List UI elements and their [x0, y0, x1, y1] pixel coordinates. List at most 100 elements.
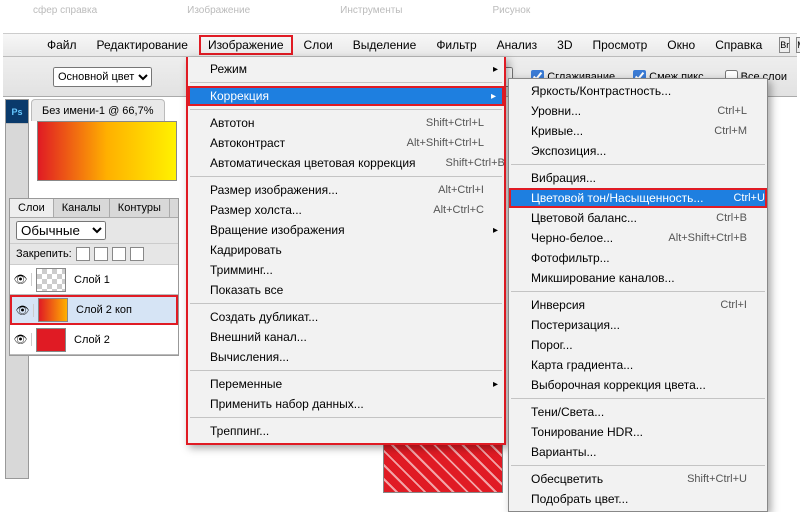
menu-item[interactable]: Яркость/Контрастность...	[509, 81, 767, 101]
layer-row[interactable]: 👁 Слой 2	[10, 325, 178, 355]
menu-item-label: Показать все	[210, 283, 283, 297]
main-menubar: ФайлРедактированиеИзображениеСлоиВыделен…	[3, 33, 797, 57]
menu-item-label: Применить набор данных...	[210, 397, 364, 411]
menu-item[interactable]: Уровни...Ctrl+L	[509, 101, 767, 121]
menu-item[interactable]: Варианты...	[509, 442, 767, 462]
menu-изображение[interactable]: Изображение	[199, 35, 293, 55]
menu-item[interactable]: Создать дубликат...	[188, 307, 504, 327]
menu-item-shortcut: Alt+Shift+Ctrl+L	[407, 137, 484, 149]
menu-3d[interactable]: 3D	[548, 35, 581, 55]
layer-name[interactable]: Слой 1	[70, 274, 178, 286]
workspace-badge[interactable]: Mb	[796, 37, 800, 53]
canvas-preview	[37, 121, 177, 181]
visibility-icon[interactable]: 👁	[10, 273, 32, 286]
visibility-icon[interactable]: 👁	[12, 304, 34, 317]
menu-справка[interactable]: Справка	[706, 35, 771, 55]
menu-item[interactable]: ИнверсияCtrl+I	[509, 295, 767, 315]
ghost-tabs: сфер справка Изображение Инструменты Рис…	[3, 5, 797, 23]
menu-item[interactable]: Экспозиция...	[509, 141, 767, 161]
menu-item-shortcut: Ctrl+B	[716, 212, 747, 224]
menu-item-label: Цветовой тон/Насыщенность...	[531, 191, 703, 205]
menu-item-label: Треппинг...	[210, 424, 269, 438]
menu-item[interactable]: Треппинг...	[188, 421, 504, 441]
menu-item[interactable]: Микширование каналов...	[509, 268, 767, 288]
menu-item-label: Фотофильтр...	[531, 251, 610, 265]
menu-item[interactable]: Черно-белое... Alt+Shift+Ctrl+B	[509, 228, 767, 248]
menu-фильтр[interactable]: Фильтр	[427, 35, 485, 55]
menu-item[interactable]: Тримминг...	[188, 260, 504, 280]
menu-item[interactable]: Цветовой тон/Насыщенность... Ctrl+U	[509, 188, 767, 208]
menu-item-shortcut: Shift+Ctrl+L	[426, 117, 484, 129]
menu-item[interactable]: Применить набор данных...	[188, 394, 504, 414]
menu-item-label: Размер изображения...	[210, 183, 338, 197]
menu-слои[interactable]: Слои	[295, 35, 342, 55]
menu-item[interactable]: Выборочная коррекция цвета...	[509, 375, 767, 395]
menu-item[interactable]: Вращение изображения	[188, 220, 504, 240]
menu-item-shortcut: Shift+Ctrl+B	[446, 157, 505, 169]
menu-выделение[interactable]: Выделение	[344, 35, 426, 55]
menu-item-shortcut: Alt+Shift+Ctrl+B	[668, 232, 747, 244]
image-menu-dropdown: Режим Коррекция Автотон Shift+Ctrl+L Автокон…	[186, 57, 506, 445]
blend-mode-select[interactable]: Обычные	[16, 221, 106, 240]
layer-row[interactable]: 👁 Слой 1	[10, 265, 178, 295]
menu-item[interactable]: Кадрировать	[188, 240, 504, 260]
menu-item[interactable]: Кривые...Ctrl+M	[509, 121, 767, 141]
layer-name[interactable]: Слой 2	[70, 334, 178, 346]
menu-item[interactable]: Автотон Shift+Ctrl+L	[188, 113, 504, 133]
tab-channels[interactable]: Каналы	[54, 199, 110, 217]
menu-item-label: Режим	[210, 62, 247, 76]
menu-item[interactable]: Тонирование HDR...	[509, 422, 767, 442]
menu-item[interactable]: Размер холста...Alt+Ctrl+C	[188, 200, 504, 220]
menu-item[interactable]: Вычисления...	[188, 347, 504, 367]
menu-item[interactable]: Постеризация...	[509, 315, 767, 335]
menu-item[interactable]: Коррекция	[188, 86, 504, 106]
menu-item[interactable]: АвтоконтрастAlt+Shift+Ctrl+L	[188, 133, 504, 153]
menu-item[interactable]: Цветовой баланс...Ctrl+B	[509, 208, 767, 228]
menu-item[interactable]: Подобрать цвет...	[509, 489, 767, 509]
menu-item[interactable]: Показать все	[188, 280, 504, 300]
menu-item[interactable]: Переменные	[188, 374, 504, 394]
workspace-badge[interactable]: Br	[779, 37, 790, 53]
menu-item-label: Выборочная коррекция цвета...	[531, 378, 706, 392]
menu-item-label: Внешний канал...	[210, 330, 307, 344]
menu-item[interactable]: ОбесцветитьShift+Ctrl+U	[509, 469, 767, 489]
menu-анализ[interactable]: Анализ	[488, 35, 547, 55]
document-tab[interactable]: Без имени-1 @ 66,7%	[31, 99, 165, 121]
lock-position-icon[interactable]	[112, 247, 126, 261]
visibility-icon[interactable]: 👁	[10, 333, 32, 346]
menu-item[interactable]: Фотофильтр...	[509, 248, 767, 268]
menu-item-label: Автотон	[210, 116, 255, 130]
menu-окно[interactable]: Окно	[658, 35, 704, 55]
menu-item-label: Карта градиента...	[531, 358, 633, 372]
menu-файл[interactable]: Файл	[38, 35, 86, 55]
menu-item[interactable]: Внешний канал...	[188, 327, 504, 347]
menu-item-shortcut: Ctrl+U	[733, 192, 764, 204]
lock-all-icon[interactable]	[130, 247, 144, 261]
menu-item[interactable]: Размер изображения...Alt+Ctrl+I	[188, 180, 504, 200]
menu-item-label: Кадрировать	[210, 243, 282, 257]
lock-transparency-icon[interactable]	[76, 247, 90, 261]
tab-layers[interactable]: Слои	[10, 199, 54, 217]
menu-item[interactable]: Порог...	[509, 335, 767, 355]
menu-item-label: Тримминг...	[210, 263, 273, 277]
menu-item-label: Микширование каналов...	[531, 271, 675, 285]
menu-item[interactable]: Карта градиента...	[509, 355, 767, 375]
menu-редактирование[interactable]: Редактирование	[88, 35, 197, 55]
menu-item[interactable]: Режим	[188, 59, 504, 79]
lock-pixels-icon[interactable]	[94, 247, 108, 261]
menu-item-label: Инверсия	[531, 298, 585, 312]
menu-item-shortcut: Ctrl+M	[714, 125, 747, 137]
tab-paths[interactable]: Контуры	[110, 199, 170, 217]
menu-item-label: Постеризация...	[531, 318, 620, 332]
menu-item[interactable]: Вибрация...	[509, 168, 767, 188]
menu-item[interactable]: Автоматическая цветовая коррекцияShift+C…	[188, 153, 504, 173]
menu-item-label: Яркость/Контрастность...	[531, 84, 671, 98]
layer-row[interactable]: 👁 Слой 2 коп	[10, 295, 178, 325]
menu-item-label: Обесцветить	[531, 472, 603, 486]
menu-просмотр[interactable]: Просмотр	[583, 35, 656, 55]
menu-item[interactable]: Тени/Света...	[509, 402, 767, 422]
menu-item-label: Черно-белое...	[531, 231, 613, 245]
layer-name[interactable]: Слой 2 коп	[72, 304, 176, 316]
menu-item-label: Создать дубликат...	[210, 310, 318, 324]
fill-mode-select[interactable]: Основной цвет	[53, 67, 152, 87]
